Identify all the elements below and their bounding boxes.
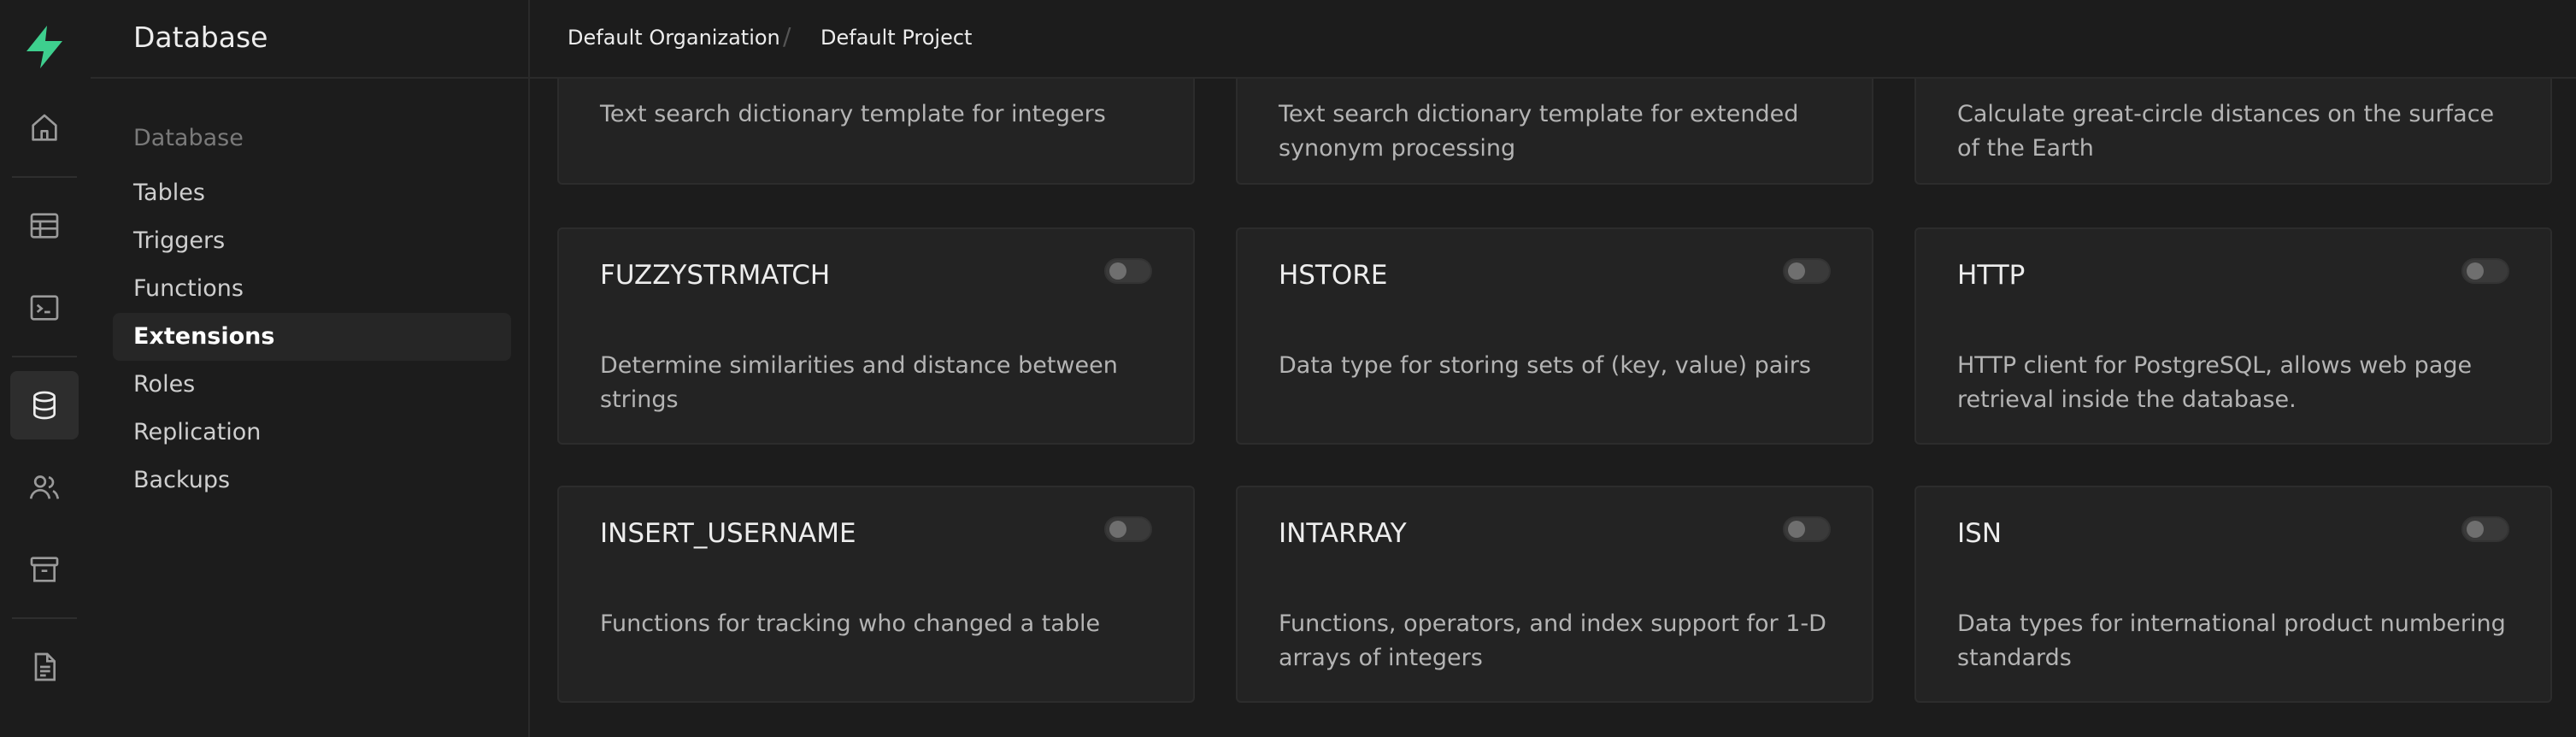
extension-description: Functions for tracking who changed a tab… — [600, 610, 1101, 637]
database-icon[interactable] — [10, 371, 79, 439]
icon-rail — [0, 0, 92, 737]
extension-name: HSTORE — [1279, 260, 1388, 291]
extension-card-insert-username: INSERT_USERNAME Functions for tracking w… — [557, 486, 1195, 703]
extension-description: Text search dictionary template for exte… — [1279, 101, 1799, 162]
toggle-knob — [2467, 262, 2484, 280]
rail-divider — [12, 356, 77, 357]
extension-description: Data type for storing sets of (key, valu… — [1279, 352, 1811, 379]
sidebar-item-extensions[interactable]: Extensions — [113, 313, 511, 361]
breadcrumb-project[interactable]: Default Project — [820, 26, 972, 50]
extension-description: Data types for international product num… — [1957, 610, 2506, 671]
extension-description: HTTP client for PostgreSQL, allows web p… — [1957, 352, 2473, 413]
extension-card-isn: ISN Data types for international product… — [1914, 486, 2552, 703]
sidebar-item-replication[interactable]: Replication — [113, 409, 511, 457]
extension-card: Text search dictionary template for inte… — [557, 79, 1195, 185]
toggle-knob — [1109, 262, 1126, 280]
extension-card: Text search dictionary template for exte… — [1236, 79, 1873, 185]
sidebar-title: Database — [133, 21, 268, 54]
toggle-knob — [1788, 262, 1805, 280]
extension-name: INSERT_USERNAME — [600, 518, 856, 549]
extension-name: HTTP — [1957, 260, 2026, 291]
extension-description: Functions, operators, and index support … — [1279, 610, 1826, 671]
rail-divider — [12, 617, 77, 619]
sidebar-item-triggers[interactable]: Triggers — [113, 217, 511, 265]
extension-toggle[interactable] — [1783, 258, 1831, 284]
extension-card-intarray: INTARRAY Functions, operators, and index… — [1236, 486, 1873, 703]
breadcrumb-organization[interactable]: Default Organization — [568, 26, 780, 50]
extension-name: ISN — [1957, 518, 2003, 549]
sidebar-item-backups[interactable]: Backups — [113, 457, 511, 504]
home-icon[interactable] — [10, 94, 79, 162]
extensions-grid: Text search dictionary template for inte… — [530, 79, 2576, 737]
extension-toggle[interactable] — [1783, 516, 1831, 542]
toggle-knob — [2467, 521, 2484, 538]
extension-description: Text search dictionary template for inte… — [600, 101, 1106, 127]
toggle-knob — [1788, 521, 1805, 538]
extension-toggle[interactable] — [1104, 516, 1152, 542]
rail-divider — [12, 176, 77, 178]
sidebar-item-tables[interactable]: Tables — [113, 169, 511, 217]
extension-description: Determine similarities and distance betw… — [600, 352, 1118, 413]
toggle-knob — [1109, 521, 1126, 538]
extension-name: FUZZYSTRMATCH — [600, 260, 831, 291]
extension-toggle[interactable] — [1104, 258, 1152, 284]
extension-card-http: HTTP HTTP client for PostgreSQL, allows … — [1914, 227, 2552, 445]
top-bar: Default Organization / Default Project — [530, 0, 2576, 79]
supabase-logo-icon[interactable] — [21, 24, 68, 70]
storage-icon[interactable] — [10, 535, 79, 604]
extension-card-hstore: HSTORE Data type for storing sets of (ke… — [1236, 227, 1873, 445]
breadcrumb-separator: / — [783, 22, 791, 50]
extension-name: INTARRAY — [1279, 518, 1407, 549]
extension-toggle[interactable] — [2461, 516, 2509, 542]
database-sidebar: Database Database Tables Triggers Functi… — [91, 0, 530, 737]
extension-description: Calculate great-circle distances on the … — [1957, 101, 2495, 162]
sidebar-item-roles[interactable]: Roles — [113, 361, 511, 409]
sidebar-section-label: Database — [133, 125, 244, 151]
auth-users-icon[interactable] — [10, 453, 79, 522]
extension-card-fuzzystrmatch: FUZZYSTRMATCH Determine similarities and… — [557, 227, 1195, 445]
table-editor-icon[interactable] — [10, 192, 79, 260]
extension-card: Calculate great-circle distances on the … — [1914, 79, 2552, 185]
sidebar-item-functions[interactable]: Functions — [113, 265, 511, 313]
sql-editor-icon[interactable] — [10, 274, 79, 342]
extension-toggle[interactable] — [2461, 258, 2509, 284]
docs-icon[interactable] — [10, 633, 79, 701]
